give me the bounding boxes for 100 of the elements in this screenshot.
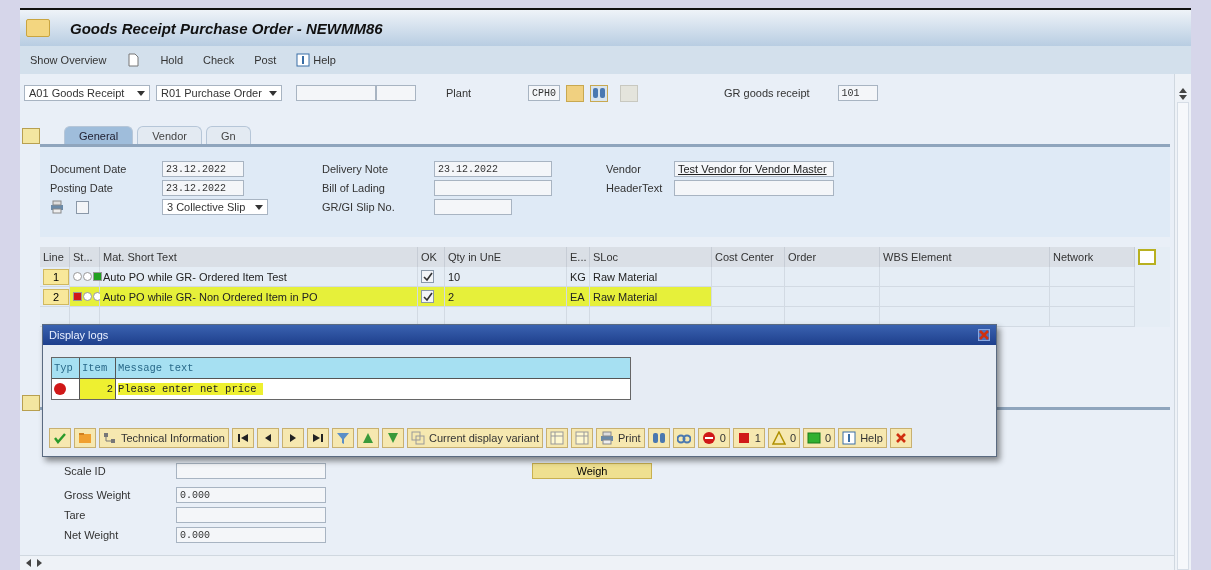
plant-label: Plant [446, 87, 473, 99]
column-header[interactable]: Line [40, 247, 70, 267]
input-field[interactable] [674, 180, 834, 196]
message-count-button[interactable]: 0 [767, 428, 800, 448]
scroll-up-icon[interactable] [1179, 88, 1187, 93]
scroll-left-icon[interactable] [26, 559, 31, 567]
tab[interactable]: Gn [206, 126, 251, 144]
input-field[interactable]: 0.000 [176, 487, 326, 503]
field-label: Delivery Note [322, 163, 390, 175]
movement-type-label: GR goods receipt [724, 87, 810, 99]
check-icon [53, 431, 67, 445]
field-label: Posting Date [50, 182, 114, 194]
folder-icon[interactable] [22, 395, 40, 411]
toolbar-button[interactable]: Check [201, 52, 237, 68]
success-square-icon [807, 431, 821, 445]
date-field[interactable]: 23.12.2022 [162, 180, 244, 196]
toolbar-button[interactable]: Show Overview [28, 52, 109, 68]
structure-icon [103, 431, 117, 445]
sort-descending-icon [385, 431, 400, 445]
help-button[interactable]: Help [294, 51, 338, 69]
vendor-field[interactable]: Test Vendor for Vendor Master [674, 161, 834, 177]
movement-type-field[interactable]: 101 [837, 85, 878, 101]
field-label: Gross Weight [64, 489, 132, 501]
input-field[interactable]: 0.000 [176, 527, 326, 543]
column-header[interactable]: Qty in UnE [445, 247, 567, 267]
checkbox[interactable] [421, 270, 434, 283]
table-cell: EA [570, 290, 585, 303]
printer-icon [600, 431, 614, 445]
column-header[interactable]: Order [785, 247, 880, 267]
help-button[interactable]: Help [838, 428, 887, 448]
scrollbar-track[interactable] [1177, 102, 1189, 570]
scroll-right-icon[interactable] [37, 559, 42, 567]
binoculars-button[interactable] [590, 84, 608, 102]
table-layout-icon [550, 431, 564, 445]
input-field[interactable] [434, 180, 552, 196]
message-count-button[interactable]: 1 [732, 428, 765, 448]
input-field[interactable] [296, 85, 376, 101]
vendor-link[interactable]: Test Vendor for Vendor Master [678, 163, 827, 175]
filter-icon [335, 431, 350, 445]
printer-icon[interactable] [50, 200, 64, 214]
column-header[interactable]: E... [567, 247, 590, 267]
toolbar-button[interactable] [231, 428, 254, 448]
table-cell: 2 [106, 383, 113, 395]
close-button[interactable] [978, 329, 990, 341]
line-number-button[interactable]: 1 [43, 268, 69, 285]
tab[interactable]: Vendor [137, 126, 202, 144]
close-icon [893, 431, 908, 445]
tab[interactable]: General [64, 126, 134, 144]
table-cell: KG [570, 270, 586, 283]
toolbar-button[interactable]: Technical Information [99, 428, 229, 448]
column-header[interactable]: Mat. Short Text [100, 247, 418, 267]
line-number-button[interactable]: 2 [43, 288, 69, 305]
plant-field[interactable]: CPH0 [528, 85, 560, 101]
caret-icon [255, 204, 263, 210]
checkbox[interactable] [76, 200, 89, 214]
column-header[interactable]: Cost Center [712, 247, 785, 267]
column-header[interactable]: St... [70, 247, 100, 267]
toolbar-button[interactable]: Hold [158, 52, 186, 68]
print-version-dropdown[interactable]: 3 Collective Slip [162, 199, 268, 215]
binoculars-icon [651, 431, 666, 445]
input-field[interactable] [176, 507, 326, 523]
column-header[interactable]: OK [418, 247, 445, 267]
action-dropdown[interactable]: A01 Goods Receipt [24, 85, 150, 101]
print-button[interactable]: Print [596, 428, 645, 448]
settings-icon[interactable] [1138, 249, 1156, 265]
input-field[interactable]: 23.12.2022 [434, 161, 552, 177]
input-field[interactable] [176, 463, 326, 479]
message-text: Please enter net price [118, 383, 263, 395]
field-label: Bill of Lading [322, 182, 386, 194]
date-field[interactable]: 23.12.2022 [162, 161, 244, 177]
table-cell: Raw Material [593, 270, 658, 283]
field-label: Tare [64, 509, 87, 521]
folder-icon[interactable] [22, 128, 40, 144]
message-count-button[interactable]: 0 [803, 428, 836, 448]
column-header[interactable]: SLoc [590, 247, 712, 267]
reference-dropdown[interactable]: R01 Purchase Order [156, 85, 282, 101]
caret-icon [269, 90, 277, 96]
warning-icon [771, 431, 786, 445]
toolbar-button[interactable]: Current display variant [406, 428, 543, 448]
input-field[interactable] [434, 199, 512, 215]
table-cell: Auto PO while GR- Non Ordered Item in PO [103, 290, 318, 303]
toolbar-button[interactable] [306, 428, 329, 448]
message-count-button[interactable]: 0 [697, 428, 730, 448]
field-label: HeaderText [606, 182, 664, 194]
column-header[interactable]: Message text [118, 362, 194, 374]
toolbar-button[interactable]: Post [252, 52, 279, 68]
toolbar-button[interactable] [256, 428, 279, 448]
sort-ascending-icon [360, 431, 375, 445]
last-page-icon [310, 431, 325, 445]
column-header[interactable]: WBS Element [880, 247, 1050, 267]
window-title: Goods Receipt Purchase Order - NEWMM86 [70, 19, 383, 37]
error-square-icon [736, 431, 751, 445]
toolbar-button[interactable] [281, 428, 304, 448]
column-header[interactable]: Network [1050, 247, 1135, 267]
table-layout-icon [575, 431, 589, 445]
weigh-button[interactable]: Weigh [532, 463, 652, 479]
table-cell: 10 [448, 270, 461, 283]
input-field[interactable] [376, 85, 416, 101]
app-icon [26, 19, 50, 37]
checkbox[interactable] [421, 290, 434, 303]
